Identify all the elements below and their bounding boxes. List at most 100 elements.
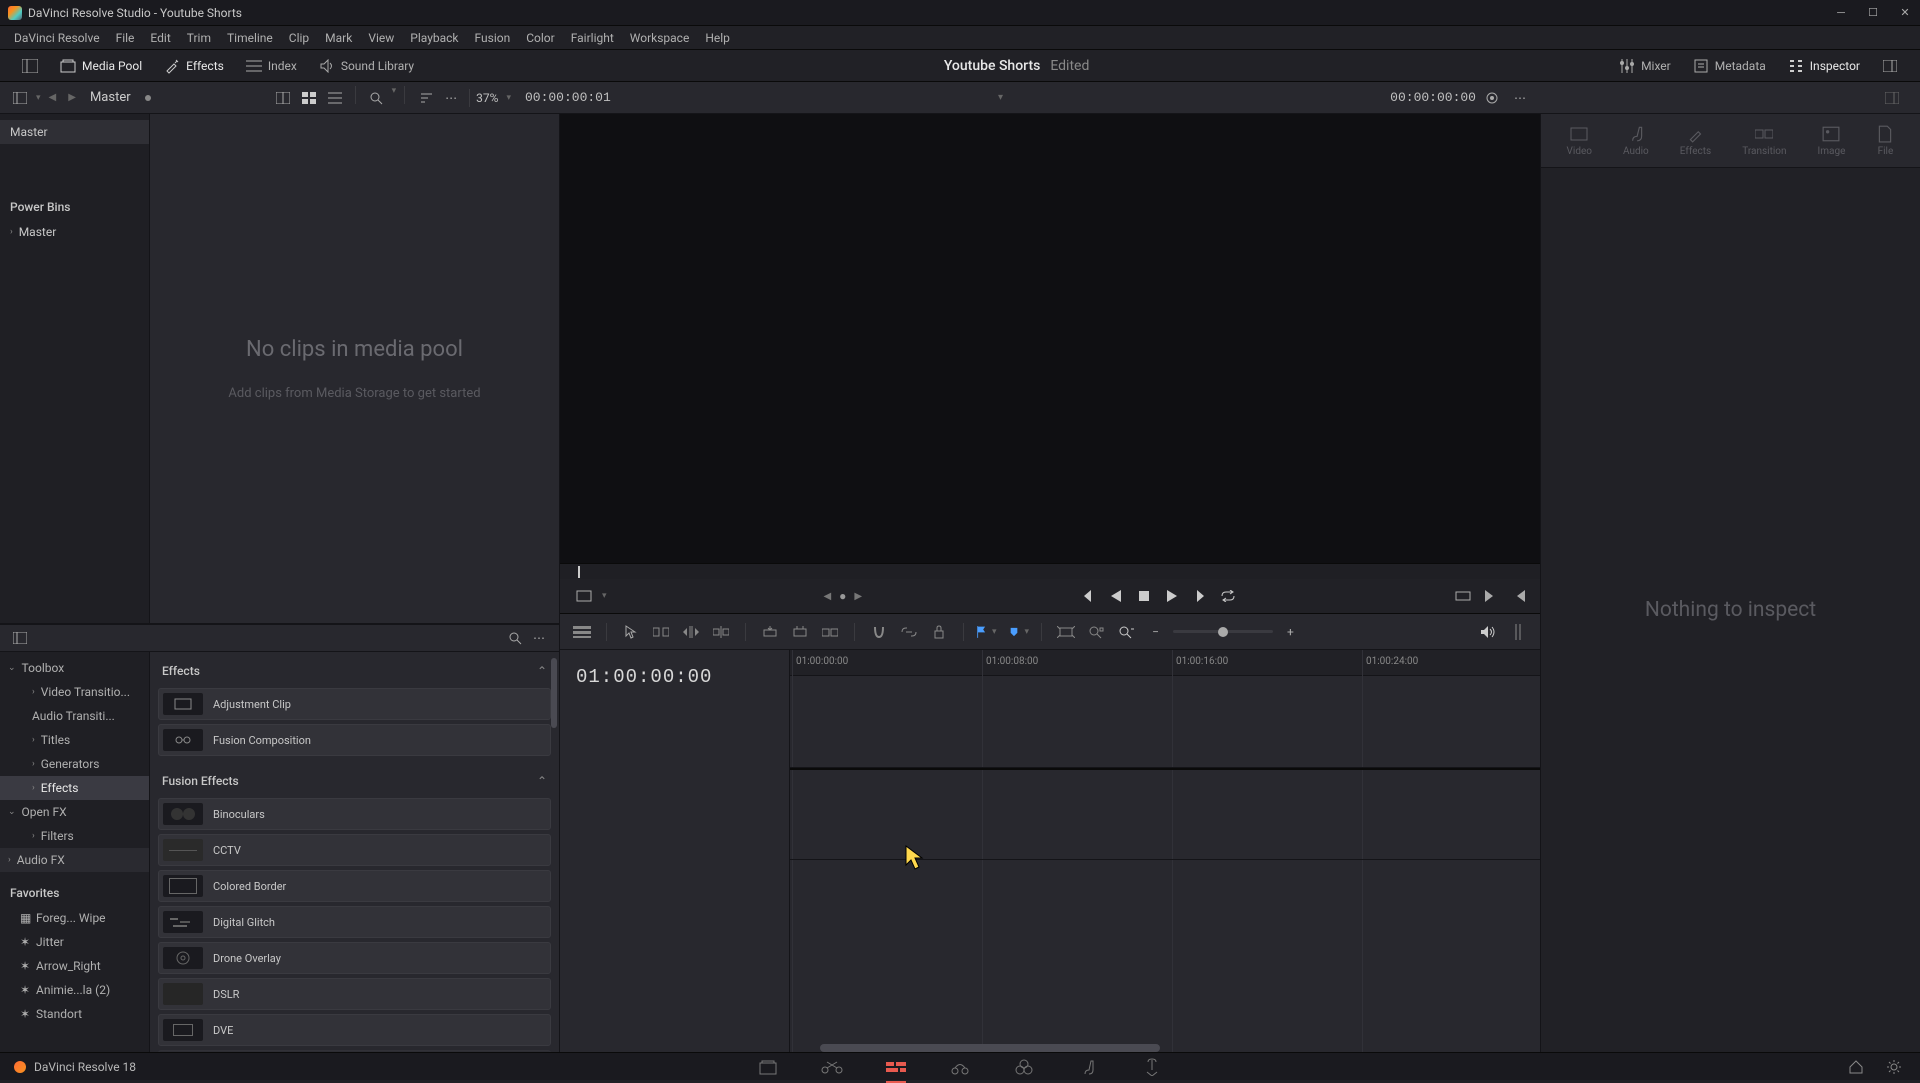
detail-zoom-icon[interactable] [1084, 620, 1108, 644]
metadata-view-icon[interactable] [271, 86, 295, 110]
overwrite-clip-icon[interactable] [788, 620, 812, 644]
metadata-button[interactable]: Metadata [1683, 54, 1776, 78]
fx-generators[interactable]: ›Generators [0, 752, 149, 776]
fx-scrollbar[interactable] [551, 658, 557, 728]
playhead-marker[interactable] [578, 566, 580, 578]
menu-mark[interactable]: Mark [317, 28, 360, 48]
safe-area-icon[interactable] [572, 584, 596, 608]
close-button[interactable]: ✕ [1898, 6, 1912, 20]
blade-tool[interactable] [709, 620, 733, 644]
viewer-scrubber[interactable] [560, 563, 1540, 579]
color-marker[interactable] [1009, 626, 1019, 638]
fx-night-vision[interactable]: Night Vision [158, 1050, 551, 1052]
viewer-more-icon[interactable]: ⋯ [1508, 86, 1532, 110]
menu-fusion[interactable]: Fusion [467, 28, 519, 48]
replace-clip-icon[interactable] [818, 620, 842, 644]
inspector-tab-audio[interactable]: Audio [1623, 125, 1649, 157]
fx-fusion-composition[interactable]: Fusion Composition [158, 724, 551, 756]
menu-file[interactable]: File [108, 28, 143, 48]
lock-icon[interactable] [927, 620, 951, 644]
viewer-timecode[interactable]: 00:00:00:01 [525, 90, 611, 105]
video-track[interactable] [790, 676, 1540, 768]
fx-openfx[interactable]: ⌄Open FX [0, 800, 149, 824]
menu-edit[interactable]: Edit [142, 28, 178, 48]
search-icon[interactable] [364, 86, 388, 110]
zoom-out-icon[interactable]: − [1152, 625, 1159, 639]
in-jump-icon[interactable] [1510, 587, 1528, 605]
nav-back[interactable]: ◀ [45, 90, 61, 105]
fx-titles[interactable]: ›Titles [0, 728, 149, 752]
custom-zoom-icon[interactable] [1114, 620, 1138, 644]
loop-indicator-icon[interactable] [1480, 86, 1504, 110]
fav-3[interactable]: ✶Arrow_Right [0, 954, 149, 978]
maximize-button[interactable]: ☐ [1866, 6, 1880, 20]
full-extent-icon[interactable] [1454, 587, 1472, 605]
fav-1[interactable]: ▦Foreg... Wipe [0, 906, 149, 930]
inspector-tab-image[interactable]: Image [1818, 125, 1846, 157]
fx-effects[interactable]: ›Effects [0, 776, 149, 800]
trim-tool[interactable] [649, 620, 673, 644]
page-edit[interactable] [884, 1055, 908, 1079]
fx-audiofx[interactable]: ›Audio FX [0, 848, 149, 872]
page-fairlight[interactable] [1076, 1055, 1100, 1079]
right-panel-more-icon[interactable] [1880, 86, 1904, 110]
sort-icon[interactable] [413, 86, 437, 110]
fx-audio-transitions[interactable]: Audio Transiti... [0, 704, 149, 728]
bin-master[interactable]: Master [0, 120, 149, 144]
selection-tool[interactable] [619, 620, 643, 644]
inspector-tab-video[interactable]: Video [1567, 125, 1592, 157]
more-icon[interactable]: ⋯ [439, 86, 463, 110]
mixer-button[interactable]: Mixer [1609, 54, 1681, 78]
menu-workspace[interactable]: Workspace [622, 28, 698, 48]
fav-5[interactable]: ✶Standort [0, 1002, 149, 1026]
insert-clip-icon[interactable] [758, 620, 782, 644]
settings-icon[interactable] [1882, 1055, 1906, 1079]
step-back-button[interactable] [1107, 587, 1125, 605]
inspector-tab-effects[interactable]: Effects [1680, 125, 1711, 157]
list-view-icon[interactable] [323, 86, 347, 110]
layout-button[interactable] [12, 54, 48, 78]
viewer-canvas[interactable] [560, 114, 1540, 563]
fav-4[interactable]: ✶Animie...la (2) [0, 978, 149, 1002]
fx-digital-glitch[interactable]: Digital Glitch [158, 906, 551, 938]
index-button[interactable]: Index [236, 54, 307, 78]
zoom-in-icon[interactable]: + [1287, 625, 1294, 639]
expand-button[interactable] [1872, 54, 1908, 78]
match-frame-icon[interactable]: ● [839, 589, 846, 603]
thumbnail-view-icon[interactable] [297, 86, 321, 110]
link-icon[interactable] [897, 620, 921, 644]
timeline-tracks[interactable]: 01:00:00:00 01:00:08:00 01:00:16:00 01:0… [790, 650, 1540, 1052]
play-button[interactable] [1163, 587, 1181, 605]
fx-adjustment-clip[interactable]: Adjustment Clip [158, 688, 551, 720]
fx-video-transitions[interactable]: ›Video Transitio... [0, 680, 149, 704]
fx-binoculars[interactable]: Binoculars [158, 798, 551, 830]
record-timecode[interactable]: 00:00:00:00 [1390, 90, 1476, 105]
fx-drone-overlay[interactable]: Drone Overlay [158, 942, 551, 974]
fx-toolbox[interactable]: ⌄Toolbox [0, 656, 149, 680]
next-edit-icon[interactable]: ▶ [854, 591, 862, 602]
media-pool-button[interactable]: Media Pool [50, 54, 152, 78]
loop-button[interactable] [1219, 587, 1237, 605]
dynamic-trim-tool[interactable] [679, 620, 703, 644]
sound-library-button[interactable]: Sound Library [309, 54, 424, 78]
page-color[interactable] [1012, 1055, 1036, 1079]
fx-search-icon[interactable] [503, 626, 527, 650]
fav-2[interactable]: ✶Jitter [0, 930, 149, 954]
inspector-tab-transition[interactable]: Transition [1742, 125, 1786, 157]
menu-timeline[interactable]: Timeline [219, 28, 281, 48]
sidebar-toggle[interactable] [8, 86, 32, 110]
menu-view[interactable]: View [360, 28, 402, 48]
fx-more-icon[interactable]: ⋯ [527, 626, 551, 650]
viewer-zoom[interactable]: 37% [476, 91, 498, 105]
menu-color[interactable]: Color [518, 28, 562, 48]
page-cut[interactable] [820, 1055, 844, 1079]
zoom-slider[interactable] [1173, 630, 1273, 633]
menu-clip[interactable]: Clip [281, 28, 317, 48]
media-pool-area[interactable]: No clips in media pool Add clips from Me… [150, 114, 559, 623]
flag-marker[interactable] [976, 626, 986, 638]
menu-fairlight[interactable]: Fairlight [563, 28, 622, 48]
stop-button[interactable] [1135, 587, 1153, 605]
fx-dslr[interactable]: DSLR [158, 978, 551, 1010]
timeline-ruler[interactable]: 01:00:00:00 01:00:08:00 01:00:16:00 01:0… [790, 650, 1540, 676]
page-fusion[interactable] [948, 1055, 972, 1079]
